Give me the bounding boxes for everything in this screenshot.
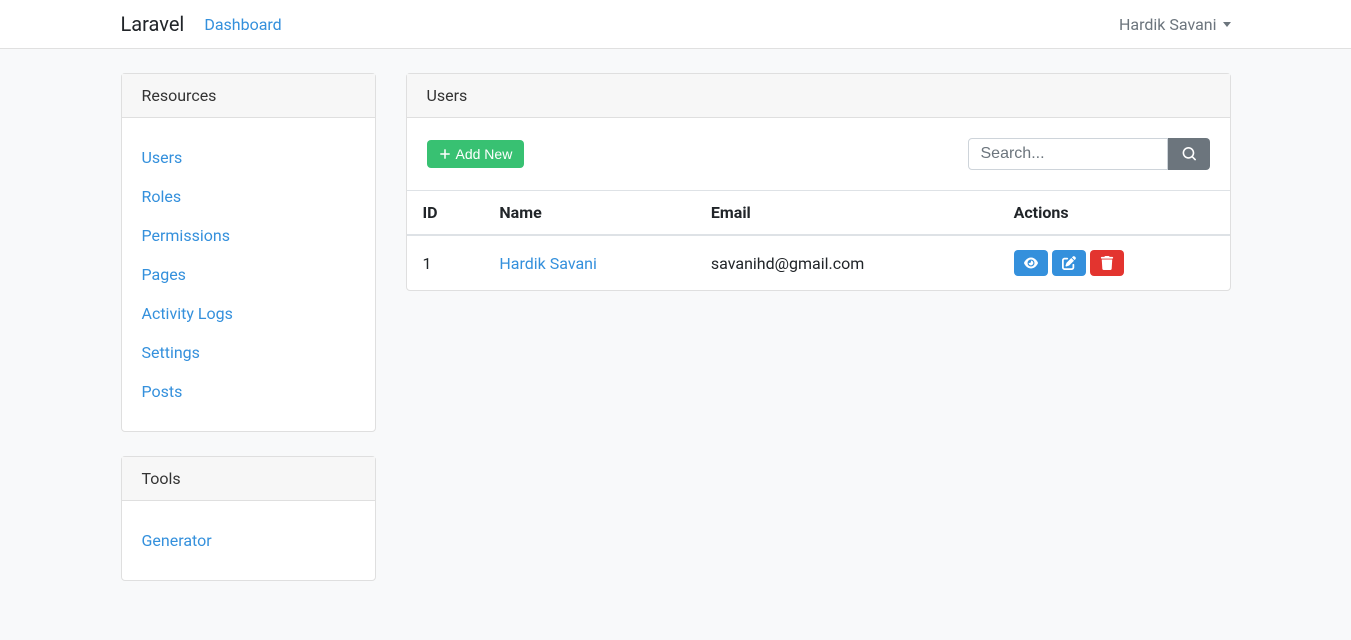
edit-button[interactable] (1052, 250, 1086, 276)
plus-icon (439, 148, 451, 160)
cell-id: 1 (407, 235, 484, 290)
eye-icon (1024, 256, 1038, 270)
sidebar-item-users[interactable]: Users (142, 148, 183, 167)
edit-icon (1062, 256, 1076, 270)
col-name: Name (483, 191, 695, 236)
sidebar-item-roles[interactable]: Roles (142, 187, 182, 206)
search-input[interactable] (968, 138, 1168, 170)
table-row: 1 Hardik Savani savanihd@gmail.com (407, 235, 1230, 290)
view-button[interactable] (1014, 250, 1048, 276)
search-group (968, 138, 1210, 170)
sidebar: Resources Users Roles Permissions Pages … (121, 73, 376, 581)
caret-down-icon (1223, 22, 1231, 27)
sidebar-header-tools: Tools (122, 457, 375, 501)
sidebar-item-activity-logs[interactable]: Activity Logs (142, 304, 233, 323)
search-button[interactable] (1168, 138, 1210, 170)
main: Users Add New ID Name (406, 73, 1231, 291)
brand: Laravel (121, 12, 185, 36)
navbar: Laravel Dashboard Hardik Savani (0, 0, 1351, 49)
search-icon (1182, 147, 1196, 161)
sidebar-item-settings[interactable]: Settings (142, 343, 200, 362)
delete-button[interactable] (1090, 250, 1124, 276)
toolbar: Add New (407, 118, 1230, 190)
sidebar-item-permissions[interactable]: Permissions (142, 226, 230, 245)
col-actions: Actions (998, 191, 1230, 236)
nav-link-dashboard[interactable]: Dashboard (204, 15, 281, 34)
cell-name-link[interactable]: Hardik Savani (499, 254, 597, 273)
col-id: ID (407, 191, 484, 236)
data-table: ID Name Email Actions 1 Hardik Savani sa… (407, 190, 1230, 290)
sidebar-card-resources: Resources Users Roles Permissions Pages … (121, 73, 376, 432)
sidebar-header-resources: Resources (122, 74, 375, 118)
col-email: Email (695, 191, 998, 236)
trash-icon (1100, 256, 1114, 270)
sidebar-item-posts[interactable]: Posts (142, 382, 183, 401)
page-title: Users (407, 74, 1230, 118)
main-card: Users Add New ID Name (406, 73, 1231, 291)
sidebar-item-generator[interactable]: Generator (142, 531, 212, 550)
sidebar-card-tools: Tools Generator (121, 456, 376, 581)
user-name: Hardik Savani (1119, 15, 1217, 34)
add-new-button[interactable]: Add New (427, 140, 525, 168)
sidebar-item-pages[interactable]: Pages (142, 265, 186, 284)
user-menu[interactable]: Hardik Savani (1119, 15, 1231, 34)
cell-email: savanihd@gmail.com (695, 235, 998, 290)
add-new-label: Add New (456, 146, 513, 162)
